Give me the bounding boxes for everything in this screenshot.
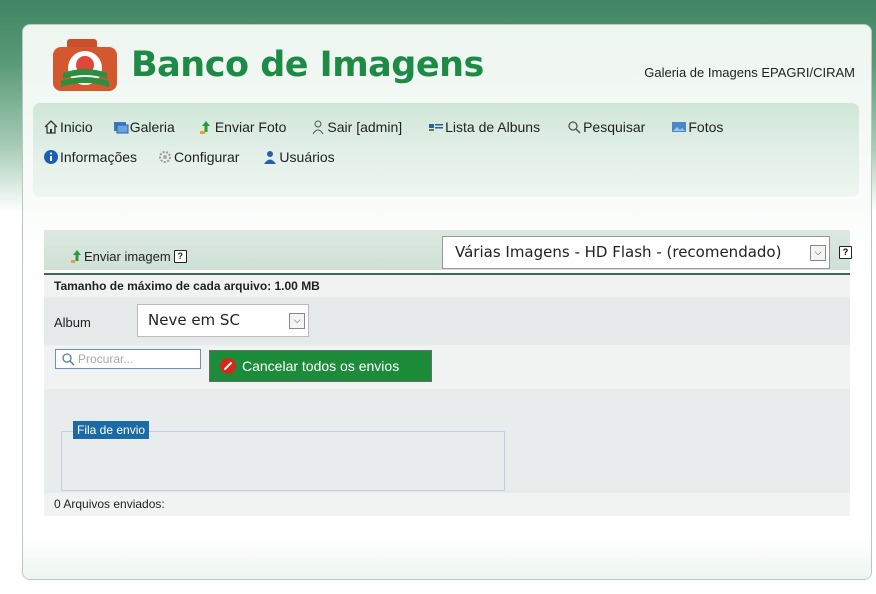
album-select[interactable]: Neve em SC ⌵ <box>137 304 309 337</box>
upload-mode-select[interactable]: Várias Imagens - HD Flash - (recomendado… <box>442 236 830 269</box>
nav-label: Configurar <box>174 149 240 165</box>
logout-icon <box>310 119 326 135</box>
chevron-down-icon: ⌵ <box>810 245 826 261</box>
upload-title-label: Enviar imagem <box>84 248 171 264</box>
max-size-label: Tamanho de máximo de cada arquivo: 1.00 … <box>54 279 320 293</box>
list-icon <box>428 119 444 135</box>
nav-label: Usuários <box>279 149 335 165</box>
nav-item-galeria[interactable]: Galeria <box>113 119 175 135</box>
brand-title[interactable]: Banco de Imagens <box>131 45 484 85</box>
nav-label: Sair [admin] <box>327 119 403 135</box>
upload-panel: Tamanho de máximo de cada arquivo: 1.00 … <box>44 273 850 516</box>
upload-icon <box>71 250 81 263</box>
nav-item-sair[interactable]: Sair [admin] <box>310 119 402 135</box>
upload-queue-label: Fila de envio <box>73 421 150 439</box>
files-sent-row: 0 Arquivos enviados: <box>44 493 850 516</box>
upload-queue-area: Fila de envio <box>44 391 850 491</box>
page-footer <box>23 537 871 579</box>
info-icon <box>43 149 59 165</box>
nav-row-2: Informações Configurar Usuários <box>43 149 335 165</box>
max-size-row: Tamanho de máximo de cada arquivo: 1.00 … <box>44 275 850 297</box>
search-icon <box>62 353 75 366</box>
gallery-icon <box>113 119 129 135</box>
mode-help-icon[interactable]: ? <box>839 246 852 259</box>
cancel-icon <box>220 358 236 374</box>
nav-row-1: Inicio Galeria Enviar Foto Sair [admin] <box>43 119 723 135</box>
users-icon <box>262 149 278 165</box>
nav-item-usuarios[interactable]: Usuários <box>262 149 335 165</box>
nav-item-inicio[interactable]: Inicio <box>43 119 93 135</box>
actions-row: Procurar... Cancelar todos os envios <box>44 345 850 389</box>
gear-icon <box>157 149 173 165</box>
camera-logo-icon <box>53 39 117 91</box>
nav-label: Informações <box>60 149 138 165</box>
nav-item-pesquisar[interactable]: Pesquisar <box>566 119 645 135</box>
nav-item-configurar[interactable]: Configurar <box>157 149 239 165</box>
site-subtitle: Galeria de Imagens EPAGRI/CIRAM <box>644 65 855 80</box>
upload-queue-box <box>61 431 505 491</box>
nav-label: Pesquisar <box>583 119 646 135</box>
browse-files-button[interactable]: Procurar... <box>55 349 201 369</box>
chevron-down-icon: ⌵ <box>289 313 305 329</box>
help-icon[interactable]: ? <box>173 249 187 263</box>
files-sent-label: 0 Arquivos enviados: <box>54 497 165 511</box>
nav-label: Lista de Albuns <box>445 119 541 135</box>
cancel-label: Cancelar todos os envios <box>242 358 400 374</box>
album-label: Album <box>54 315 91 330</box>
upload-icon <box>198 119 214 135</box>
nav-label: Galeria <box>129 119 175 135</box>
browse-placeholder: Procurar... <box>78 352 134 366</box>
nav-item-informacoes[interactable]: Informações <box>43 149 137 165</box>
upload-title: Enviar imagem ? <box>70 248 187 264</box>
main-frame: Banco de Imagens Galeria de Imagens EPAG… <box>22 24 872 580</box>
nav-label: Inicio <box>60 119 93 135</box>
album-row: Album Neve em SC ⌵ <box>44 299 850 343</box>
album-select-value: Neve em SC <box>148 311 240 329</box>
photos-icon <box>671 119 687 135</box>
search-icon <box>566 119 582 135</box>
nav-label: Fotos <box>688 119 724 135</box>
nav-item-lista-albuns[interactable]: Lista de Albuns <box>428 119 540 135</box>
nav-label: Enviar Foto <box>214 119 287 135</box>
cancel-all-uploads-button[interactable]: Cancelar todos os envios <box>209 350 432 382</box>
upload-mode-value: Várias Imagens - HD Flash - (recomendado… <box>455 243 782 261</box>
main-navigation: Inicio Galeria Enviar Foto Sair [admin] <box>33 103 859 197</box>
nav-item-fotos[interactable]: Fotos <box>671 119 723 135</box>
upload-header-bar: Enviar imagem ? Várias Imagens - HD Flas… <box>44 230 852 270</box>
site-header: Banco de Imagens Galeria de Imagens EPAG… <box>23 25 871 105</box>
nav-item-enviar-foto[interactable]: Enviar Foto <box>198 119 287 135</box>
home-icon <box>43 119 59 135</box>
